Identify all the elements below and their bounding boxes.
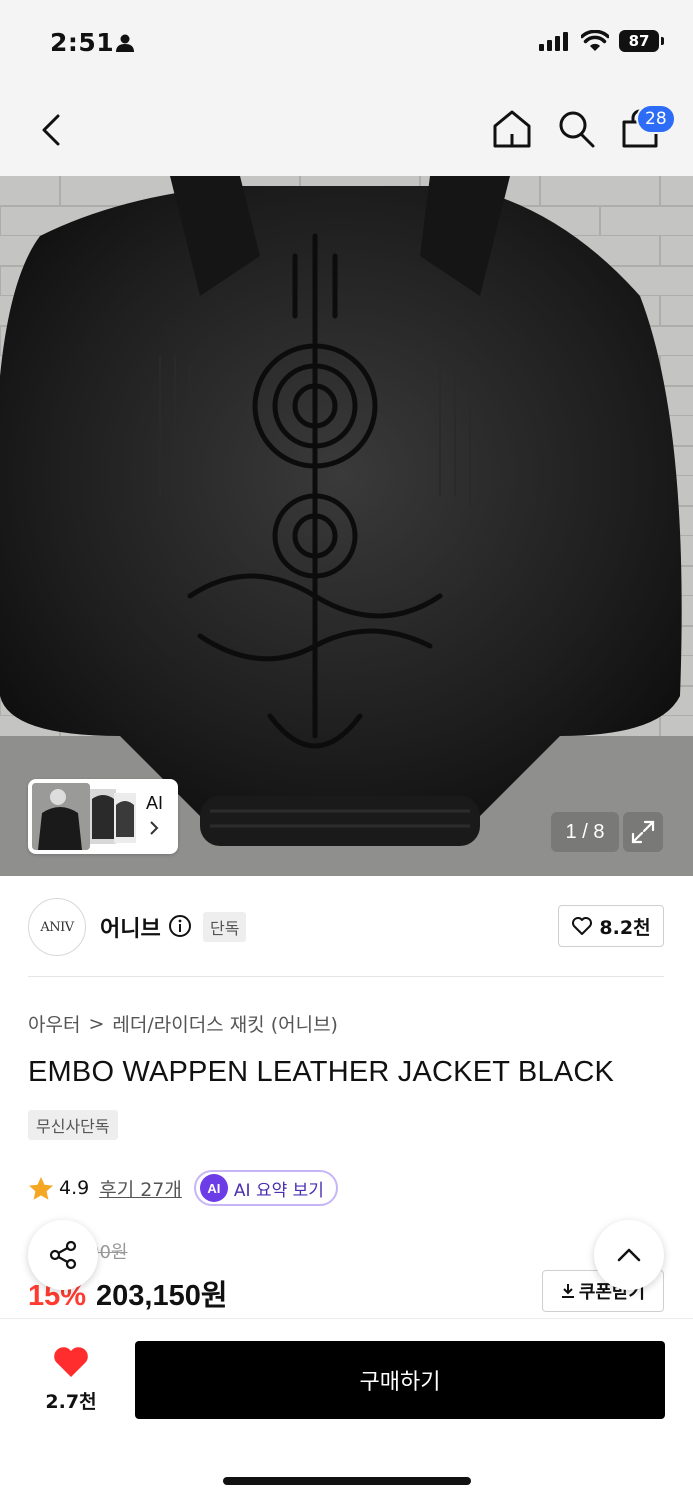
review-link[interactable]: 후기 27개 — [99, 1175, 182, 1202]
chevron-up-icon — [617, 1248, 641, 1262]
rating-value: 4.9 — [59, 1177, 90, 1199]
person-icon — [116, 34, 134, 52]
status-indicators: 87 — [539, 30, 664, 52]
buy-button[interactable]: 구매하기 — [135, 1341, 665, 1419]
home-icon[interactable] — [491, 108, 533, 150]
brand-logo[interactable]: ANIV — [28, 898, 86, 956]
thumbnail-jacket-image — [90, 789, 116, 844]
product-title: EMBO WAPPEN LEATHER JACKET BLACK — [28, 1056, 615, 1088]
cart-count-badge: 28 — [636, 104, 676, 134]
expand-image-button[interactable] — [623, 812, 663, 852]
sale-price: 203,150원 — [96, 1280, 228, 1312]
brand-like-count: 8.2천 — [599, 916, 651, 939]
ai-summary-label: AI 요약 보기 — [233, 1180, 324, 1201]
share-button[interactable] — [28, 1220, 98, 1290]
image-counter: 1 / 8 — [551, 812, 619, 852]
scroll-to-top-button[interactable] — [594, 1220, 664, 1290]
ai-label: AI — [146, 793, 164, 813]
battery-indicator: 87 — [619, 30, 664, 52]
download-icon — [561, 1284, 574, 1298]
share-icon — [49, 1240, 77, 1270]
exclusive-tag: 무신사단독 — [28, 1110, 118, 1140]
star-icon — [29, 1176, 53, 1200]
ai-similar-items-card[interactable]: AI — [28, 779, 178, 854]
ai-summary-button[interactable]: AI AI 요약 보기 — [193, 1170, 338, 1206]
ai-icon: AI — [199, 1174, 228, 1202]
breadcrumb-subcategory[interactable]: 레더/라이더스 재킷 (어니브) — [112, 1010, 338, 1037]
status-time: 2:51 — [50, 28, 115, 57]
thumbnail-model-image — [32, 783, 90, 850]
exclusive-badge: 단독 — [203, 912, 247, 942]
divider — [28, 976, 664, 977]
bottom-action-bar: 2.7천 구매하기 — [0, 1318, 693, 1500]
brand-name[interactable]: 어니브 — [100, 911, 161, 943]
breadcrumb: 아우터 > 레더/라이더스 재킷 (어니브) — [28, 1010, 338, 1037]
breadcrumb-separator: > — [88, 1012, 105, 1035]
product-photo — [0, 176, 693, 876]
heart-filled-icon[interactable] — [52, 1345, 90, 1379]
signal-icon — [539, 32, 568, 51]
status-bar: 2:51 87 — [0, 0, 693, 88]
thumbnail-jacket-image-2 — [114, 793, 136, 843]
wish-count: 2.7천 — [45, 1391, 97, 1413]
rating-row: 4.9 후기 27개 AI AI 요약 보기 — [28, 1170, 338, 1206]
info-icon[interactable] — [168, 914, 192, 938]
heart-outline-icon — [572, 917, 593, 935]
breadcrumb-category[interactable]: 아우터 — [28, 1010, 80, 1037]
search-icon[interactable] — [556, 108, 596, 150]
expand-icon — [631, 820, 655, 844]
nav-bar: 28 — [0, 88, 693, 176]
home-indicator — [223, 1477, 471, 1485]
product-image-gallery[interactable]: AI 1 / 8 — [0, 176, 693, 876]
wifi-icon — [581, 30, 609, 51]
brand-like-button[interactable]: 8.2천 — [558, 905, 664, 947]
back-arrow-icon[interactable] — [34, 110, 70, 150]
chevron-right-icon — [150, 821, 159, 835]
